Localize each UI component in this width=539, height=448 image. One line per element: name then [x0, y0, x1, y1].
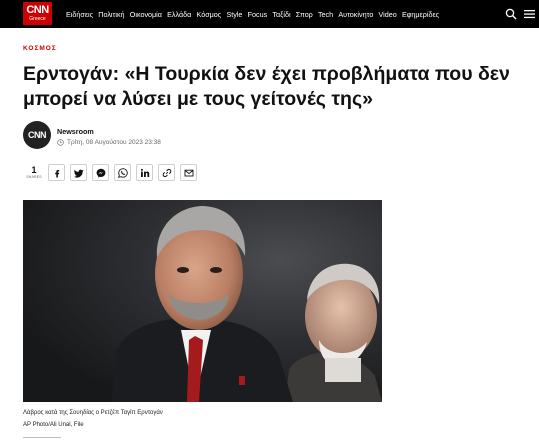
section-label[interactable]: ΚΟΣΜΟΣ — [23, 45, 57, 52]
avatar-text: CNN — [28, 130, 47, 140]
photo-caption: Λάβρος κατά της Σουηδίας ο Ρετζέπ Ταγίπ … — [23, 410, 163, 416]
menu-icon[interactable] — [524, 9, 535, 19]
nav-item[interactable]: Πολιτική — [98, 10, 124, 19]
share-whatsapp-button[interactable] — [114, 164, 131, 181]
nav-item[interactable]: Tech — [318, 10, 333, 19]
linkedin-icon — [140, 168, 149, 177]
nav-item[interactable]: Οικονομία — [130, 10, 162, 19]
top-navigation-bar: CNN Greece Ειδήσεις Πολιτική Οικονομία Ε… — [0, 0, 539, 28]
share-counter: 1 SHARES — [23, 166, 45, 180]
divider — [23, 437, 61, 438]
share-facebook-button[interactable] — [48, 164, 65, 181]
link-icon — [162, 168, 171, 177]
nav-item[interactable]: Κόσμος — [197, 10, 222, 19]
search-icon[interactable] — [505, 8, 517, 20]
author-name[interactable]: Newsroom — [57, 127, 94, 136]
main-nav: Ειδήσεις Πολιτική Οικονομία Ελλάδα Κόσμο… — [66, 0, 444, 28]
share-twitter-button[interactable] — [70, 164, 87, 181]
facebook-icon — [54, 169, 59, 177]
email-icon — [184, 169, 193, 176]
nav-item[interactable]: Ειδήσεις — [66, 10, 93, 19]
cnn-greece-logo[interactable]: CNN Greece — [23, 2, 52, 25]
photo-illustration — [23, 200, 382, 402]
share-email-button[interactable] — [180, 164, 197, 181]
nav-item[interactable]: Ταξίδι — [272, 10, 290, 19]
nav-item[interactable]: Αυτοκίνητο — [338, 10, 373, 19]
share-count: 1 — [31, 165, 37, 175]
publish-date: Τρίτη, 08 Αυγούστου 2023 23:38 — [57, 139, 161, 146]
article-title: Ερντογάν: «Η Τουρκία δεν έχει προβλήματα… — [23, 63, 510, 110]
share-count-label: SHARES — [26, 175, 42, 179]
nav-item[interactable]: Ελλάδα — [167, 10, 191, 19]
whatsapp-icon — [117, 167, 128, 178]
share-linkedin-button[interactable] — [136, 164, 153, 181]
author-avatar[interactable]: CNN — [23, 121, 51, 149]
twitter-icon — [73, 169, 83, 178]
photo-credit: AP Photo/Ali Unal, File — [23, 422, 84, 428]
share-messenger-button[interactable] — [92, 164, 109, 181]
nav-item[interactable]: Style — [226, 10, 242, 19]
logo-subtext: Greece — [29, 16, 46, 22]
logo-text: CNN — [26, 4, 49, 16]
article-hero-photo — [23, 200, 382, 402]
messenger-icon — [96, 168, 105, 178]
date-text: Τρίτη, 08 Αυγούστου 2023 23:38 — [67, 139, 161, 146]
copy-link-button[interactable] — [158, 164, 175, 181]
nav-item[interactable]: Focus — [248, 10, 268, 19]
nav-item[interactable]: Σπορ — [296, 10, 313, 19]
clock-icon — [57, 139, 64, 146]
nav-item[interactable]: Εφημερίδες — [402, 10, 439, 19]
nav-item[interactable]: Video — [379, 10, 397, 19]
